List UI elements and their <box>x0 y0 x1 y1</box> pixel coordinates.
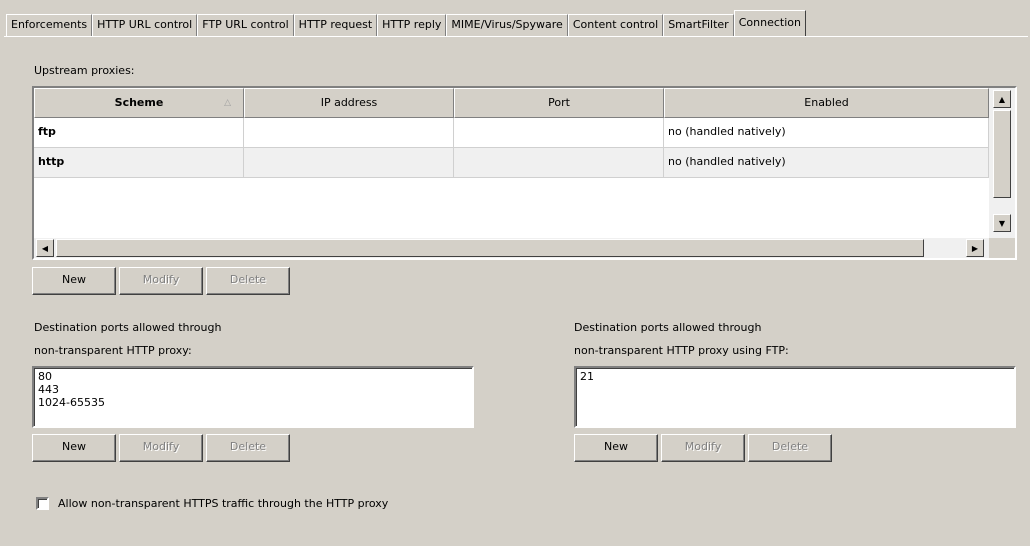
cell-enabled: no (handled natively) <box>664 148 989 177</box>
dest-ftp-label-line2: non-transparent HTTP proxy using FTP: <box>574 344 789 357</box>
tab-mime-virus-spyware[interactable]: MIME/Virus/Spyware <box>446 14 568 36</box>
upstream-proxies-grid[interactable]: Scheme △ IP address Port Enabled ftp no … <box>32 86 1017 260</box>
column-header-ip-address[interactable]: IP address <box>244 88 454 118</box>
table-row[interactable]: http no (handled natively) <box>34 148 989 178</box>
column-header-scheme[interactable]: Scheme △ <box>34 88 244 118</box>
scrollbar-corner <box>989 238 1015 258</box>
list-item[interactable]: 1024-65535 <box>38 396 468 409</box>
scroll-up-icon[interactable]: ▲ <box>993 90 1011 108</box>
tab-connection[interactable]: Connection <box>733 10 806 36</box>
scroll-left-icon[interactable]: ◀ <box>36 239 54 257</box>
list-item[interactable]: 80 <box>38 370 468 383</box>
upstream-new-button[interactable]: New <box>32 267 116 295</box>
scroll-right-icon[interactable]: ▶ <box>966 239 984 257</box>
tab-http-request[interactable]: HTTP request <box>293 14 378 36</box>
allow-https-checkbox-label[interactable]: Allow non-transparent HTTPS traffic thro… <box>58 497 388 510</box>
tab-enforcements[interactable]: Enforcements <box>6 14 93 36</box>
upstream-modify-button[interactable]: Modify <box>119 267 203 295</box>
list-item[interactable]: 21 <box>580 370 1010 383</box>
dest-http-label-line1: Destination ports allowed through <box>34 321 222 334</box>
cell-enabled: no (handled natively) <box>664 118 989 147</box>
dest-http-modify-button[interactable]: Modify <box>119 434 203 462</box>
grid-header: Scheme △ IP address Port Enabled <box>34 88 989 118</box>
list-item[interactable]: 443 <box>38 383 468 396</box>
tab-http-reply[interactable]: HTTP reply <box>377 14 447 36</box>
scroll-down-icon[interactable]: ▼ <box>993 214 1011 232</box>
vertical-scrollbar[interactable]: ▲ ▼ <box>989 88 1015 238</box>
column-header-enabled[interactable]: Enabled <box>664 88 989 118</box>
cell-port <box>454 118 664 147</box>
dest-http-new-button[interactable]: New <box>32 434 116 462</box>
cell-ip-address <box>244 148 454 177</box>
dest-http-label-line2: non-transparent HTTP proxy: <box>34 344 192 357</box>
dest-http-delete-button[interactable]: Delete <box>206 434 290 462</box>
tab-strip: Enforcements HTTP URL control FTP URL co… <box>6 10 806 36</box>
allow-https-checkbox[interactable] <box>36 497 49 510</box>
upstream-proxies-label: Upstream proxies: <box>34 64 135 77</box>
dest-ftp-ports-list[interactable]: 21 <box>574 366 1016 428</box>
table-row[interactable]: ftp no (handled natively) <box>34 118 989 148</box>
tab-http-url-control[interactable]: HTTP URL control <box>92 14 198 36</box>
tab-smartfilter[interactable]: SmartFilter <box>663 14 734 36</box>
dest-ftp-delete-button[interactable]: Delete <box>748 434 832 462</box>
dest-ftp-modify-button[interactable]: Modify <box>661 434 745 462</box>
column-header-scheme-label: Scheme <box>114 96 164 109</box>
vertical-scroll-thumb[interactable] <box>993 110 1011 198</box>
sort-ascending-icon: △ <box>224 98 231 108</box>
cell-ip-address <box>244 118 454 147</box>
tab-content-control[interactable]: Content control <box>567 14 664 36</box>
dest-ftp-new-button[interactable]: New <box>574 434 658 462</box>
upstream-delete-button[interactable]: Delete <box>206 267 290 295</box>
cell-scheme: http <box>34 148 244 177</box>
horizontal-scroll-thumb[interactable] <box>56 239 924 257</box>
horizontal-scrollbar[interactable]: ◀ ▶ <box>34 238 989 258</box>
tab-bar: Enforcements HTTP URL control FTP URL co… <box>0 0 1030 41</box>
dest-http-ports-list[interactable]: 80 443 1024-65535 <box>32 366 474 428</box>
cell-scheme: ftp <box>34 118 244 147</box>
panel-border <box>4 36 1028 37</box>
column-header-port[interactable]: Port <box>454 88 664 118</box>
tab-ftp-url-control[interactable]: FTP URL control <box>197 14 294 36</box>
dest-ftp-label-line1: Destination ports allowed through <box>574 321 762 334</box>
cell-port <box>454 148 664 177</box>
